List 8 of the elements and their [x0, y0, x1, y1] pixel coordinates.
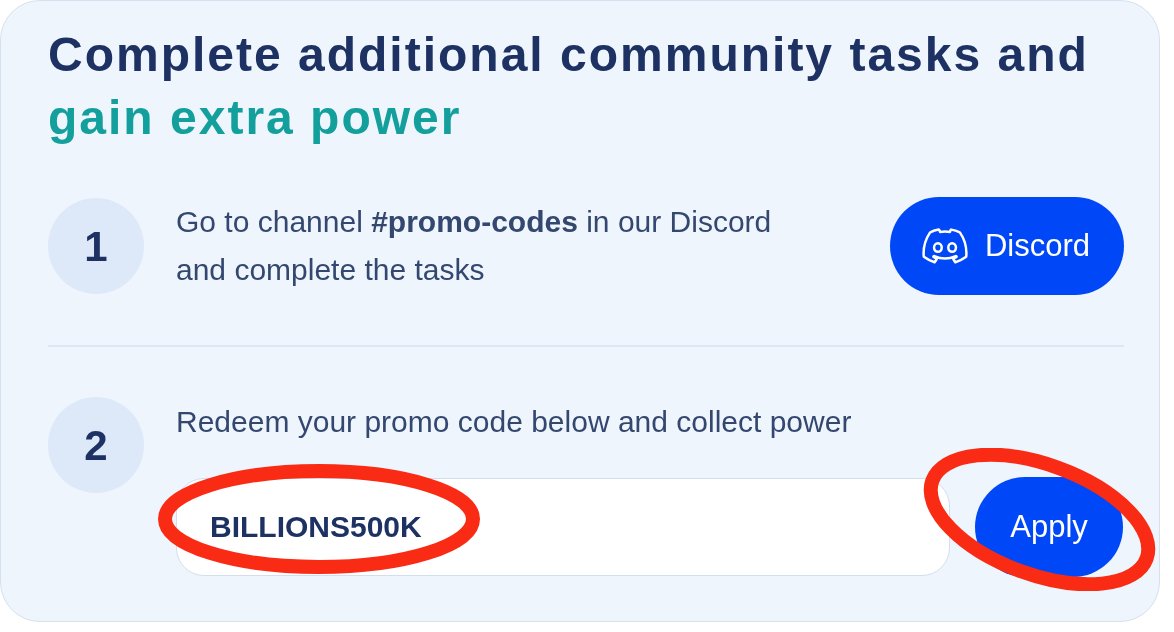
step-instruction: Go to channel #promo-codes in our Discord and complete the tasks	[176, 204, 773, 288]
promo-code-input[interactable]: BILLIONS500K	[176, 478, 950, 576]
step-number: 2	[48, 397, 144, 493]
step-instruction: Redeem your promo code below and collect power	[176, 404, 853, 440]
card-title: Complete additional community tasks and gain extra power	[48, 27, 1090, 146]
discord-icon	[921, 228, 968, 264]
discord-button[interactable]: Discord	[889, 197, 1124, 295]
step-number: 1	[48, 198, 144, 294]
